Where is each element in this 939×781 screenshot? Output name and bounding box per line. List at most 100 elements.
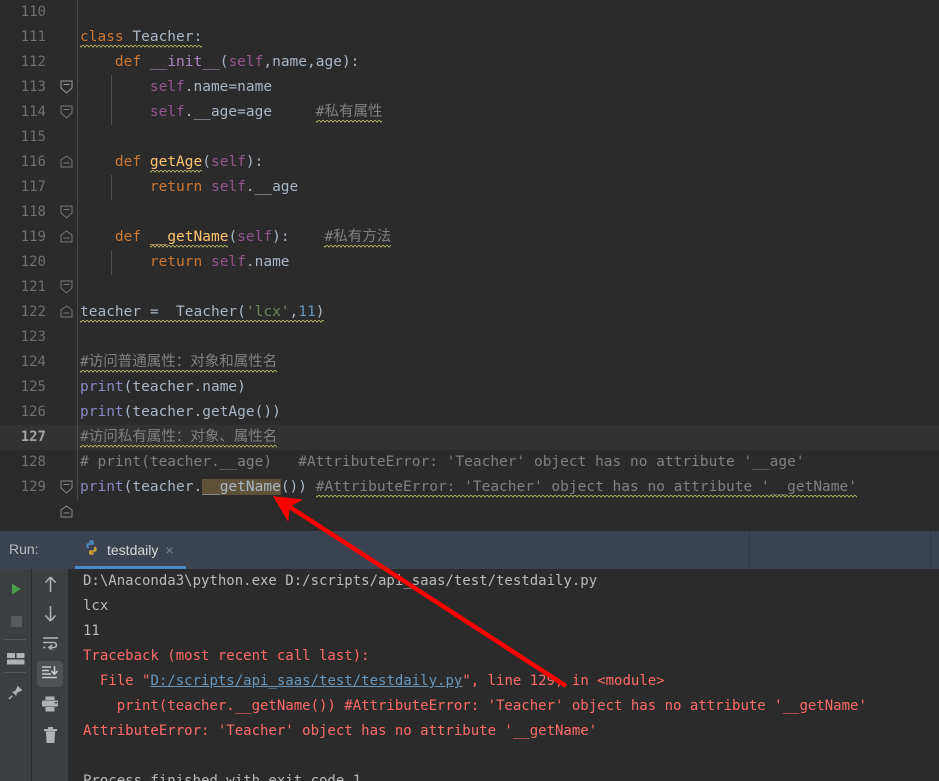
editor-line[interactable]: 121 [0,275,939,300]
token-attr-name: .name [184,79,229,95]
code-editor[interactable]: 110 111 class Teacher: 112 def __init__(… [0,0,939,531]
editor-line[interactable]: 128 # print(teacher.__age) #AttributeErr… [0,450,939,518]
fold-marker-end-icon[interactable] [60,105,73,168]
close-icon[interactable]: × [165,542,173,558]
file-ref-prefix: File " [83,673,151,689]
console-output[interactable]: D:\Anaconda3\python.exe D:/scripts/api_s… [68,569,939,781]
fold-marker-expanded-icon[interactable] [60,230,73,294]
fold-marker-end-icon[interactable] [60,255,73,318]
pin-icon [8,684,24,704]
editor-line[interactable]: 129 print(teacher.__getName()) #Attribut… [0,475,939,500]
line-number: 129 [20,479,46,495]
run-panel-header: Run: testdaily × [0,531,939,569]
fold-marker-end-icon[interactable] [60,455,73,518]
token-self: self [210,154,246,170]
editor-line-current[interactable]: 127 #访问私有属性：对象、属性名 [0,425,939,494]
token-comment-private-method: #私有方法 [324,229,392,248]
fold-marker-expanded-icon[interactable] [60,55,73,119]
file-path-link[interactable]: D:/scripts/api_saas/test/testdaily.py [150,673,462,689]
token-self: self [149,79,185,95]
gutter-divider [77,325,78,350]
token-keyword-def: def [114,229,142,245]
token-method-getage: getAge [202,404,255,420]
up-stacktrace-button[interactable] [37,573,63,599]
console-line: 11 [83,623,100,639]
token-var-teacher: teacher [80,304,142,320]
line-number: 110 [20,4,46,20]
gutter-divider [77,475,78,500]
selected-token-getname[interactable]: __getName [202,479,281,495]
soft-wrap-button[interactable] [37,631,63,657]
line-number: 124 [20,354,46,370]
run-label: Run: [9,541,39,557]
header-divider [749,531,750,569]
token-commented-print: # print(teacher.__age) [80,454,273,470]
console-line: D:\Anaconda3\python.exe D:/scripts/api_s… [83,573,598,589]
editor-line[interactable]: 118 [0,200,939,225]
arrow-down-icon [43,605,58,626]
stop-button[interactable] [3,609,29,635]
layout-button[interactable] [3,647,29,673]
fold-marker-expanded-icon[interactable] [60,30,73,94]
toolbar-separator [4,672,26,673]
printer-icon [41,696,59,716]
run-panel-body: D:\Anaconda3\python.exe D:/scripts/api_s… [0,569,939,781]
token-number-11: 11 [298,304,316,320]
editor-line[interactable]: 125 print(teacher.name) [0,375,939,400]
line-number: 127 [20,429,46,445]
line-code: teacher = Teacher('lcx',11) [80,300,325,325]
token-arg-age: age [245,104,273,120]
run-tool-window[interactable]: Run: testdaily × D:\Anaconda3\python.exe… [0,531,939,781]
token-comment-access-normal: #访问普通属性：对象和属性名 [80,354,278,373]
run-tab-testdaily[interactable]: testdaily × [75,531,186,569]
run-tab-label: testdaily [107,542,159,558]
stop-square-icon [10,613,23,632]
token-keyword-def: def [114,154,142,170]
scroll-to-end-button[interactable] [37,661,63,687]
down-stacktrace-button[interactable] [37,602,63,628]
editor-line[interactable]: 117 return self.__age [0,175,939,243]
line-code: print(teacher.name) [80,379,246,395]
editor-line[interactable]: 112 def __init__(self,name,age): [0,50,939,119]
gutter-divider [77,200,78,225]
token-self: self [210,254,246,270]
line-number: 117 [20,179,46,195]
editor-line[interactable]: 113 self.name=name [0,75,939,100]
trash-icon [43,726,58,748]
line-code: return self.__age [80,175,298,200]
fold-marker-end-icon[interactable] [60,180,73,243]
editor-line[interactable]: 120 return self.name [0,250,939,318]
editor-line[interactable]: 114 self.__age=age #私有属性 [0,100,939,168]
fold-marker-expanded-icon[interactable] [60,430,73,494]
python-icon [83,539,100,561]
editor-line[interactable]: 110 [0,0,939,25]
token-keyword-return: return [149,179,203,195]
pin-tab-button[interactable] [3,681,29,707]
editor-line[interactable]: 126 print(teacher.getAge()) [0,400,939,425]
token-var-teacher: teacher [132,479,194,495]
editor-line[interactable]: 116 def getAge(self): [0,150,939,219]
editor-line[interactable]: 115 [0,125,939,150]
gutter-divider [77,75,78,100]
line-number: 116 [20,154,46,170]
clear-all-button[interactable] [37,724,63,750]
toolbar-separator [4,639,26,640]
editor-line[interactable]: 111 class Teacher: [0,25,939,94]
editor-line[interactable]: 119 def __getName(self): #私有方法 [0,225,939,294]
soft-wrap-icon [42,635,59,654]
editor-line[interactable]: 123 [0,325,939,350]
gutter-divider [77,50,78,75]
token-class-name: Teacher [123,29,194,45]
editor-line[interactable]: 122 teacher = Teacher('lcx',11) [0,300,939,325]
token-var-teacher: teacher [132,379,194,395]
line-code: def getAge(self): [80,150,263,175]
rerun-button[interactable] [3,577,29,603]
token-keyword-class: class [80,29,124,45]
gutter-divider [77,300,78,325]
play-icon [9,581,23,600]
gutter-divider [77,350,78,375]
fold-marker-expanded-icon[interactable] [60,155,73,219]
print-button[interactable] [37,693,63,719]
editor-line[interactable]: 124 #访问普通属性：对象和属性名 [0,350,939,375]
console-line-exit-code: Process finished with exit code 1 [83,773,362,781]
